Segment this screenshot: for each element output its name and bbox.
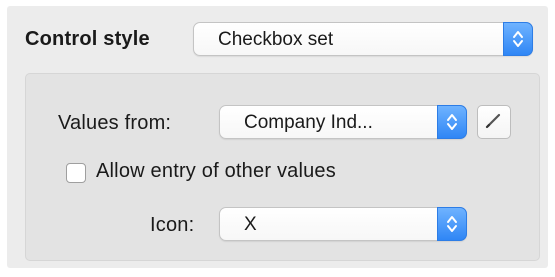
icon-popup[interactable]: X bbox=[219, 207, 467, 241]
edit-values-button[interactable] bbox=[477, 105, 511, 139]
up-down-arrows-icon bbox=[437, 105, 467, 139]
allow-other-values-label: Allow entry of other values bbox=[96, 160, 336, 182]
up-down-arrows-icon bbox=[503, 22, 533, 56]
up-down-arrows-icon bbox=[437, 207, 467, 241]
control-style-popup[interactable]: Checkbox set bbox=[193, 22, 533, 56]
allow-other-values-checkbox[interactable] bbox=[66, 163, 86, 183]
control-style-label: Control style bbox=[25, 28, 150, 50]
pencil-icon bbox=[484, 110, 504, 135]
options-group: Values from: Company Ind... Allow entry … bbox=[25, 73, 540, 261]
icon-value: X bbox=[244, 214, 257, 235]
icon-label: Icon: bbox=[150, 214, 195, 236]
values-from-popup[interactable]: Company Ind... bbox=[219, 105, 467, 139]
values-from-value: Company Ind... bbox=[244, 112, 373, 133]
control-style-value: Checkbox set bbox=[218, 29, 334, 50]
inspector-panel: Control style Checkbox set Values from: … bbox=[7, 6, 548, 268]
values-from-label: Values from: bbox=[58, 112, 172, 134]
